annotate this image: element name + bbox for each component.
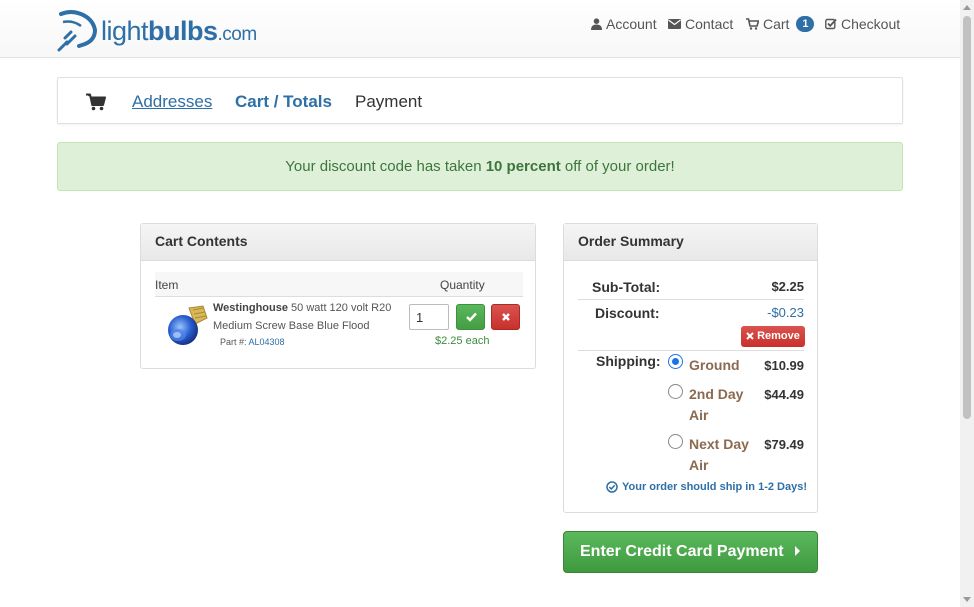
shipping-radio-next-day-air[interactable]: [668, 434, 683, 449]
page: lightbulbs.com Account Contact Cart 1 Ch…: [0, 0, 974, 607]
logo-text-light: light: [101, 15, 149, 46]
ship-time-text: Your order should ship in 1-2 Days!: [622, 481, 807, 493]
blue-flood-bulb-image[interactable]: [163, 302, 211, 350]
nav-cart-label: Cart: [763, 16, 790, 32]
shipping-label: Shipping:: [596, 353, 661, 369]
subtotal-label: Sub-Total:: [592, 279, 661, 295]
envelope-icon: [668, 19, 681, 29]
close-icon: [502, 313, 510, 321]
cart-icon: [746, 18, 759, 30]
nav-cart[interactable]: Cart 1: [746, 16, 815, 32]
page-scrollbar[interactable]: [960, 0, 974, 607]
discount-label: Discount:: [595, 305, 660, 321]
nav-checkout-label: Checkout: [841, 16, 901, 32]
alert-text-before: Your discount code has taken: [285, 158, 486, 175]
column-header-item: Item: [155, 278, 179, 292]
logo-text-com: .com: [217, 23, 258, 45]
nav-account-label: Account: [606, 16, 657, 32]
checkbox-icon: [825, 18, 837, 30]
alert-text-bold: 10 percent: [485, 158, 561, 175]
shipping-option-2nd-day-air[interactable]: 2nd Day Air: [689, 384, 754, 426]
remove-item-button[interactable]: [491, 304, 520, 330]
cart-contents-title: Cart Contents: [141, 224, 535, 261]
alert-text-after: off of your order!: [560, 158, 675, 175]
summary-divider: [578, 299, 804, 300]
table-header-divider: [155, 296, 523, 297]
ship-time-note: Your order should ship in 1-2 Days!: [606, 481, 807, 493]
logo-wordmark: lightbulbs.com: [101, 16, 257, 47]
item-price-each: $2.25 each: [435, 335, 490, 347]
part-label: Part #:: [220, 337, 249, 347]
step-cart-totals[interactable]: Cart / Totals: [235, 92, 332, 112]
order-summary-title: Order Summary: [564, 224, 817, 261]
update-quantity-button[interactable]: [456, 304, 485, 330]
cart-count-badge: 1: [796, 16, 815, 32]
discount-value: -$0.23: [767, 305, 804, 320]
user-icon: [591, 18, 602, 30]
shipping-option-ground[interactable]: Ground: [689, 355, 754, 376]
checkout-steps: Addresses Cart / Totals Payment: [57, 77, 903, 124]
discount-alert: Your discount code has taken 10 percent …: [57, 142, 903, 191]
enter-credit-card-payment-button[interactable]: Enter Credit Card Payment: [563, 531, 818, 573]
check-icon: [466, 312, 477, 322]
cart-icon: [86, 93, 106, 111]
cart-contents-panel: Cart Contents Item Quantity Westinghouse…: [140, 223, 536, 369]
nav-contact-label: Contact: [685, 16, 734, 32]
shipping-radio-2nd-day-air[interactable]: [668, 384, 683, 399]
nav-account[interactable]: Account: [591, 16, 657, 32]
step-payment: Payment: [355, 92, 423, 111]
cta-label: Enter Credit Card Payment: [580, 543, 784, 560]
scrollbar-thumb[interactable]: [963, 16, 971, 419]
part-number-link[interactable]: AL04308: [249, 337, 285, 347]
scroll-down-arrow-icon[interactable]: [963, 597, 971, 602]
column-header-quantity: Quantity: [440, 278, 485, 292]
close-icon: [746, 332, 754, 340]
quantity-input[interactable]: [409, 304, 449, 330]
item-description[interactable]: Westinghouse 50 watt 120 volt R20 Medium…: [213, 299, 403, 335]
site-header: lightbulbs.com Account Contact Cart 1 Ch…: [0, 0, 960, 58]
item-brand: Westinghouse: [213, 302, 288, 314]
subtotal-value: $2.25: [771, 279, 804, 294]
site-logo[interactable]: lightbulbs.com: [57, 8, 257, 52]
caret-right-icon: [795, 546, 801, 556]
logo-text-bulbs: bulbs: [148, 15, 218, 46]
step-addresses[interactable]: Addresses: [132, 92, 212, 112]
nav-contact[interactable]: Contact: [668, 16, 733, 32]
shipping-price-next-day-air: $79.49: [764, 437, 804, 452]
scroll-up-arrow-icon[interactable]: [963, 5, 971, 10]
shipping-price-2nd-day-air: $44.49: [764, 387, 804, 402]
lightbulb-logo-icon: [57, 10, 98, 52]
check-circle-icon: [606, 481, 618, 493]
order-summary-panel: Order Summary Sub-Total: $2.25 Discount:…: [563, 223, 818, 513]
shipping-price-ground: $10.99: [764, 358, 804, 373]
remove-discount-label: Remove: [757, 330, 800, 342]
summary-divider: [578, 350, 804, 351]
shipping-radio-ground[interactable]: [668, 354, 683, 369]
item-part-number: Part #: AL04308: [220, 337, 285, 347]
nav-checkout[interactable]: Checkout: [825, 16, 900, 32]
shipping-option-next-day-air[interactable]: Next Day Air: [689, 434, 754, 476]
remove-discount-button[interactable]: Remove: [741, 326, 805, 347]
